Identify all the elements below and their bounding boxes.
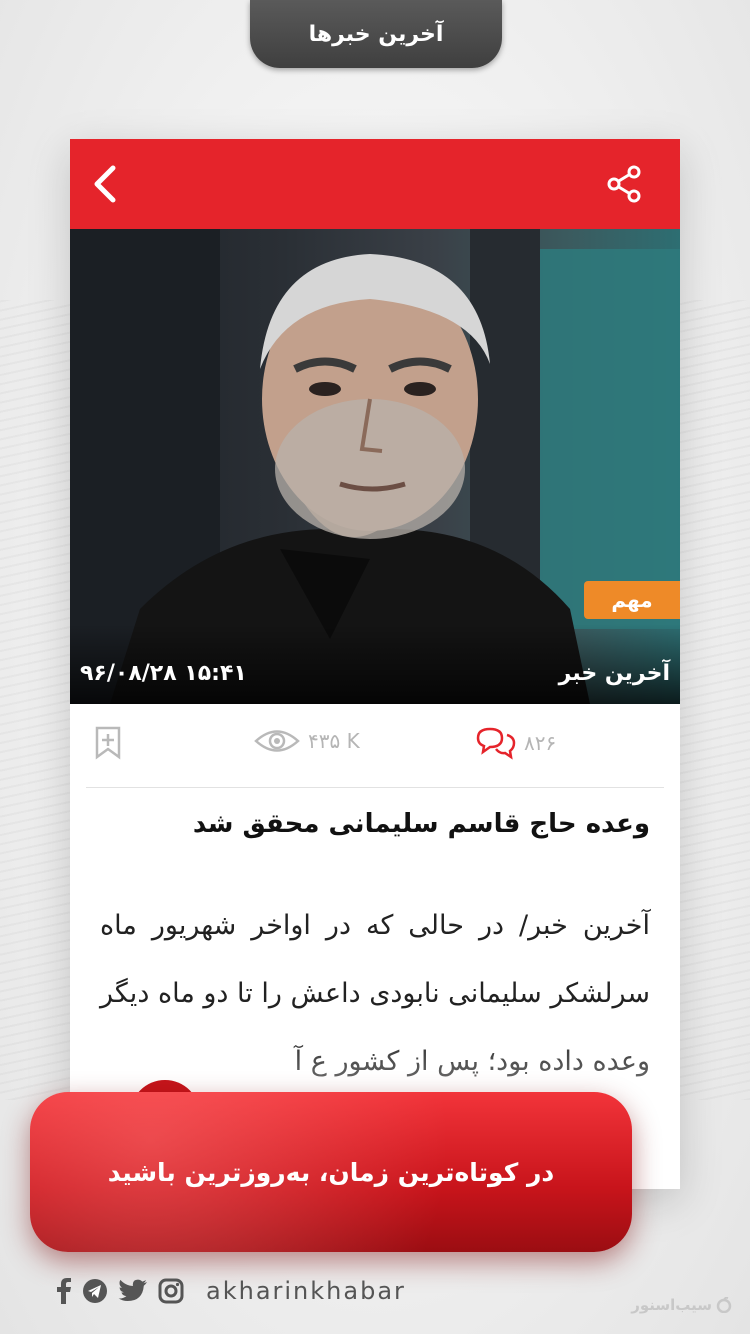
back-button[interactable] — [86, 164, 126, 204]
share-icon — [607, 165, 641, 203]
promo-banner: در کوتاه‌ترین زمان، به‌روزترین باشید — [30, 1092, 632, 1252]
facebook-icon[interactable] — [56, 1278, 72, 1304]
article-header-bar — [70, 139, 680, 229]
article-stats-bar: ۴۳۵ K ۸۲۶ — [86, 704, 664, 788]
apple-logo-icon — [716, 1297, 732, 1313]
twitter-icon[interactable] — [118, 1279, 148, 1303]
watermark-text: سیب‌اسنور — [631, 1296, 712, 1314]
article-headline: وعده حاج قاسم سلیمانی محقق شد — [192, 809, 650, 839]
chevron-left-icon — [94, 165, 116, 203]
article-photo[interactable]: مهم ۹۶/۰۸/۲۸ ۱۵:۴۱ آخرین خبر — [70, 229, 680, 704]
article-datetime: ۹۶/۰۸/۲۸ ۱۵:۴۱ — [80, 661, 247, 686]
views-counter: ۴۳۵ K — [254, 726, 360, 756]
bookmark-add-icon — [95, 726, 121, 760]
badge-label: مهم — [611, 588, 653, 612]
footer-social: akharinkhabar — [56, 1276, 406, 1306]
footer-domain[interactable]: akharinkhabar — [206, 1277, 406, 1305]
watermark-logo: سیب‌اسنور — [631, 1296, 732, 1314]
comments-count: ۸۲۶ — [524, 731, 557, 755]
important-badge: مهم — [584, 581, 680, 619]
comments-button[interactable]: ۸۲۶ — [474, 726, 556, 760]
article-card: مهم ۹۶/۰۸/۲۸ ۱۵:۴۱ آخرین خبر ۴۳۵ K ۸۲۶ و… — [70, 139, 680, 1189]
instagram-icon[interactable] — [158, 1278, 184, 1304]
bookmark-button[interactable] — [94, 726, 122, 760]
eye-icon — [254, 730, 300, 752]
comment-bubbles-icon — [476, 727, 516, 760]
share-button[interactable] — [606, 165, 644, 203]
top-tab-title: آخرین خبرها — [250, 0, 502, 68]
article-source: آخرین خبر — [558, 661, 670, 686]
top-tab-label: آخرین خبرها — [308, 21, 444, 47]
views-count: ۴۳۵ K — [308, 729, 360, 753]
promo-banner-text: در کوتاه‌ترین زمان، به‌روزترین باشید — [107, 1157, 555, 1187]
telegram-icon[interactable] — [82, 1278, 108, 1304]
